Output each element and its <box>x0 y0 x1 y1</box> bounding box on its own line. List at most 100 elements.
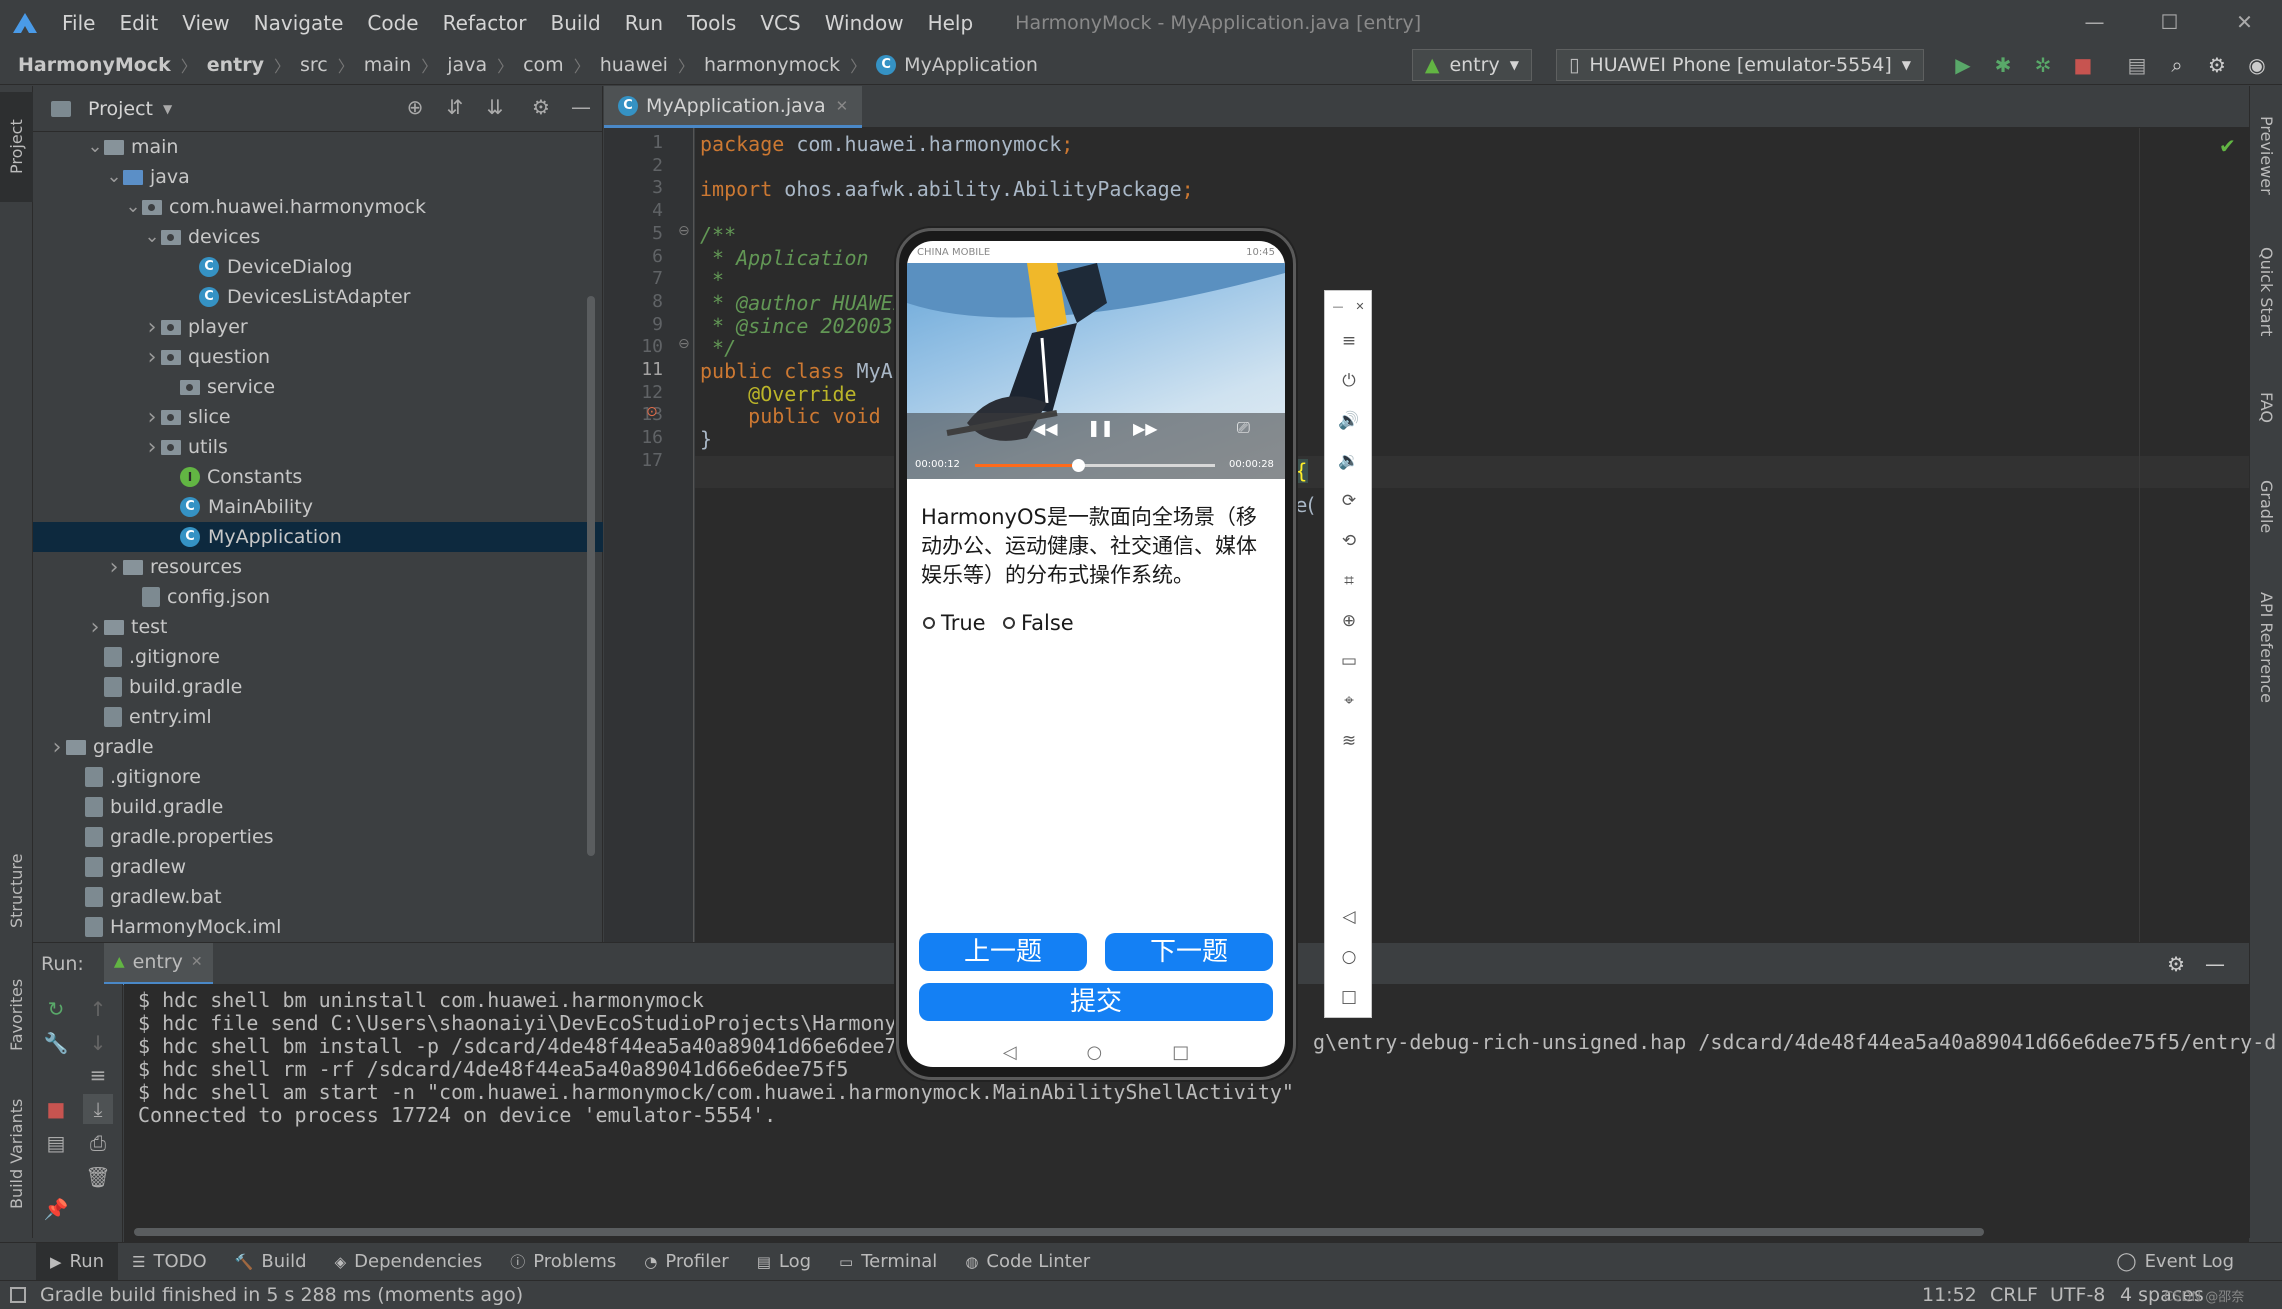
menu-file[interactable]: File <box>50 11 107 35</box>
file-encoding[interactable]: UTF-8 <box>2050 1284 2105 1306</box>
soft-wrap-icon[interactable]: ≡ <box>83 1060 113 1090</box>
menu-navigate[interactable]: Navigate <box>242 11 356 35</box>
crop-icon[interactable]: ⌗ <box>1334 567 1364 595</box>
breadcrumb-item[interactable]: java <box>447 54 487 76</box>
menu-window[interactable]: Window <box>813 11 916 35</box>
status-square-icon[interactable] <box>10 1287 26 1303</box>
collapsed-arrow-icon[interactable]: › <box>86 615 104 640</box>
breadcrumb-item[interactable]: com <box>523 54 564 76</box>
up-arrow-icon[interactable]: ↑ <box>83 994 113 1024</box>
status-message[interactable]: Gradle build finished in 5 s 288 ms (mom… <box>40 1284 523 1306</box>
next-question-button[interactable]: 下一题 <box>1105 933 1273 971</box>
collapsed-arrow-icon[interactable]: › <box>105 555 123 580</box>
tree-item[interactable]: HarmonyMock.iml <box>33 912 603 942</box>
layout-icon[interactable]: ▤ <box>41 1128 71 1158</box>
run-icon[interactable]: ▶ <box>1948 50 1978 80</box>
tree-item[interactable]: gradle.properties <box>33 822 603 852</box>
line-separator[interactable]: CRLF <box>1990 1284 2038 1306</box>
tree-item[interactable]: C MyApplication <box>33 522 603 552</box>
gear-icon[interactable]: ⚙ <box>2202 50 2232 80</box>
breadcrumb-item[interactable]: huawei <box>600 54 668 76</box>
previewer-tool-tab[interactable]: Previewer <box>2250 100 2282 210</box>
bottom-tab-profiler[interactable]: ◔ Profiler <box>630 1243 742 1281</box>
close-button[interactable]: ✕ <box>2207 0 2282 45</box>
tree-item[interactable]: service <box>33 372 603 402</box>
maximize-button[interactable]: ☐ <box>2132 0 2207 45</box>
project-scrollbar[interactable] <box>587 296 595 856</box>
home-icon[interactable]: ○ <box>1087 1042 1103 1063</box>
rerun-icon[interactable]: ↻ <box>41 994 71 1024</box>
collapse-all-icon[interactable]: ⇊ <box>482 94 508 120</box>
attach-debugger-icon[interactable]: ✲ <box>2028 50 2058 80</box>
gear-icon[interactable]: ⚙ <box>2167 952 2185 976</box>
breadcrumb-item[interactable]: main <box>364 54 411 76</box>
menu-build[interactable]: Build <box>539 11 613 35</box>
menu-refactor[interactable]: Refactor <box>431 11 539 35</box>
breadcrumb-item[interactable]: harmonymock <box>704 54 840 76</box>
project-tool-tab[interactable]: Project <box>0 92 33 202</box>
caret-position[interactable]: 11:52 <box>1922 1284 1977 1306</box>
breadcrumb-item[interactable]: HarmonyMock <box>18 54 171 76</box>
wifi-icon[interactable]: ≋ <box>1334 727 1364 755</box>
bottom-tab-problems[interactable]: ⓘ Problems <box>496 1243 630 1281</box>
tree-item[interactable]: gradlew.bat <box>33 882 603 912</box>
power-icon[interactable]: ⏻ <box>1334 367 1364 395</box>
prev-question-button[interactable]: 上一题 <box>919 933 1087 971</box>
search-icon[interactable]: ⌕ <box>2162 50 2192 80</box>
tv-cast-icon[interactable]: ⎚ <box>1237 418 1250 438</box>
tree-item[interactable]: › utils <box>33 432 603 462</box>
bottom-tab-dependencies[interactable]: ◈ Dependencies <box>321 1243 497 1281</box>
menu-vcs[interactable]: VCS <box>748 11 812 35</box>
stop-icon[interactable]: ■ <box>2068 50 2098 80</box>
event-log-tab[interactable]: ◯ Event Log <box>2102 1243 2248 1281</box>
breadcrumb-item[interactable]: entry <box>207 54 264 76</box>
faq-tool-tab[interactable]: FAQ <box>2250 372 2282 442</box>
collapsed-arrow-icon[interactable]: › <box>143 315 161 340</box>
close-icon[interactable]: ✕ <box>1351 293 1369 321</box>
api-reference-tool-tab[interactable]: API Reference <box>2250 572 2282 722</box>
menu-code[interactable]: Code <box>355 11 430 35</box>
rotate-right-icon[interactable]: ⟳ <box>1334 487 1364 515</box>
location-icon[interactable]: ⌖ <box>1334 687 1364 715</box>
tree-item[interactable]: .gitignore <box>33 642 603 672</box>
recents-icon[interactable]: □ <box>1334 983 1364 1011</box>
pause-icon[interactable]: ❚❚ <box>1087 418 1114 437</box>
tree-item[interactable]: › test <box>33 612 603 642</box>
console-scrollbar-h[interactable] <box>134 1228 1984 1236</box>
video-progress-knob[interactable] <box>1072 459 1086 472</box>
collapsed-arrow-icon[interactable]: › <box>48 735 66 760</box>
tree-item[interactable]: ⌄ java <box>33 162 603 192</box>
bottom-tab-terminal[interactable]: ▭ Terminal <box>825 1243 951 1281</box>
bottom-tab-todo[interactable]: ☰ TODO <box>118 1243 221 1281</box>
breadcrumb-item[interactable]: src <box>300 54 328 76</box>
gear-icon[interactable]: ⚙ <box>528 94 554 120</box>
stop-icon[interactable]: ■ <box>41 1094 71 1124</box>
tree-item[interactable]: › question <box>33 342 603 372</box>
tree-item[interactable]: build.gradle <box>33 672 603 702</box>
option-true[interactable]: True <box>923 611 986 635</box>
inspection-ok-icon[interactable]: ✔ <box>2219 134 2236 158</box>
volume-down-icon[interactable]: 🔉 <box>1334 447 1364 475</box>
battery-icon[interactable]: ▭ <box>1334 647 1364 675</box>
tree-item[interactable]: gradlew <box>33 852 603 882</box>
rotate-left-icon[interactable]: ⟲ <box>1334 527 1364 555</box>
submit-button[interactable]: 提交 <box>919 983 1273 1021</box>
option-false[interactable]: False <box>1003 611 1074 635</box>
expanded-arrow-icon[interactable]: ⌄ <box>124 198 142 216</box>
tree-item[interactable]: config.json <box>33 582 603 612</box>
tree-item[interactable]: ⌄ com.huawei.harmonymock <box>33 192 603 222</box>
expanded-arrow-icon[interactable]: ⌄ <box>86 138 104 156</box>
hide-panel-icon[interactable]: — <box>2205 952 2225 976</box>
menu-edit[interactable]: Edit <box>107 11 170 35</box>
zoom-in-icon[interactable]: ⊕ <box>1334 607 1364 635</box>
tree-item[interactable]: I Constants <box>33 462 603 492</box>
favorites-tool-tab[interactable]: Favorites <box>0 960 33 1070</box>
radio-true[interactable] <box>923 617 935 629</box>
hide-panel-icon[interactable]: — <box>568 94 594 120</box>
tree-item[interactable]: ⌄ devices <box>33 222 603 252</box>
bottom-tab-code-linter[interactable]: ◍ Code Linter <box>951 1243 1104 1281</box>
bottom-tab-run[interactable]: ▶ Run <box>36 1242 119 1281</box>
pin-icon[interactable]: 📌 <box>41 1194 71 1224</box>
collapsed-arrow-icon[interactable]: › <box>143 435 161 460</box>
minimize-icon[interactable]: — <box>1329 293 1347 321</box>
